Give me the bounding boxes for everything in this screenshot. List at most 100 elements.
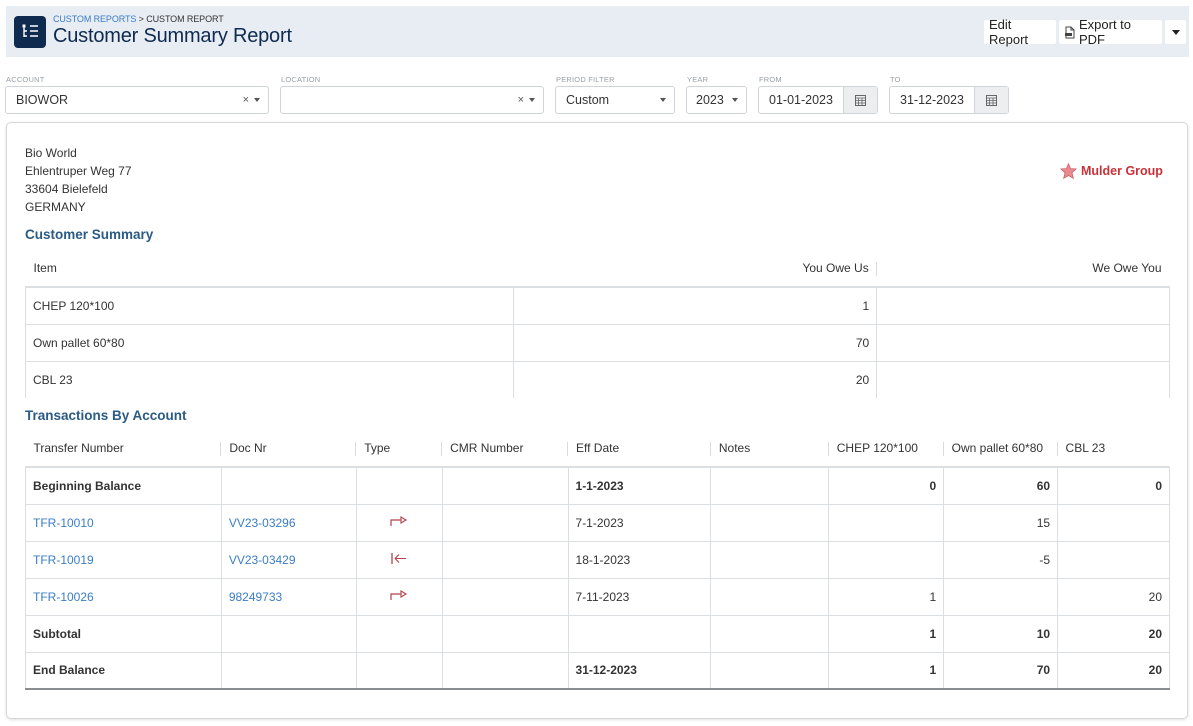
summary-item-cell: Own pallet 60*80	[25, 323, 514, 362]
chep-cell: 0	[828, 466, 945, 505]
type-cell	[355, 577, 443, 616]
customer-country: GERMANY	[25, 200, 86, 214]
eff-date-cell: 1-1-2023	[567, 466, 712, 505]
to-date-input[interactable]: 31-12-2023	[889, 86, 1009, 114]
location-select[interactable]: ×	[280, 86, 544, 114]
page-header: CUSTOM REPORTS > CUSTOM REPORT Customer …	[6, 6, 1189, 57]
export-pdf-button[interactable]: Export to PDF	[1059, 17, 1162, 47]
column-header-own-pallet: Own pallet 60*80	[944, 430, 1058, 467]
notes-cell	[710, 577, 830, 616]
own-pallet-cell: 60	[943, 466, 1059, 505]
from-date-value: 01-01-2023	[769, 93, 833, 107]
calendar-icon[interactable]	[974, 87, 1008, 113]
transfer-number-cell: TFR-10019	[25, 540, 222, 579]
edit-report-label: Edit Report	[989, 17, 1029, 47]
transfer-number-cell: Beginning Balance	[25, 466, 222, 505]
column-header-item: Item	[33, 261, 57, 275]
from-label: FROM	[759, 75, 782, 84]
eff-date-cell	[567, 614, 712, 653]
breadcrumb-current: CUSTOM REPORT	[146, 14, 224, 24]
year-value: 2023	[696, 93, 724, 107]
cbl-cell	[1057, 503, 1170, 542]
we-owe-you-cell	[876, 286, 1170, 325]
account-label: ACCOUNT	[6, 75, 45, 84]
we-owe-you-cell	[876, 323, 1170, 362]
transactions-table: Transfer Number Doc Nr Type CMR Number E…	[25, 430, 1170, 690]
customer-summary-title: Customer Summary	[25, 227, 154, 242]
summary-row: CHEP 120*100 1	[25, 286, 1170, 325]
chep-cell: 1	[828, 614, 945, 653]
transfer-number-link[interactable]: TFR-10026	[33, 590, 94, 604]
chep-cell: 1	[828, 577, 945, 616]
doc-nr-link[interactable]: VV23-03296	[229, 516, 296, 530]
type-cell	[355, 540, 443, 579]
you-owe-us-cell: 70	[512, 323, 878, 362]
transfer-number-link[interactable]: TFR-10010	[33, 516, 94, 530]
type-cell	[355, 614, 443, 653]
eff-date-cell: 31-12-2023	[567, 651, 712, 690]
breadcrumb: CUSTOM REPORTS > CUSTOM REPORT	[53, 14, 224, 24]
customer-street: Ehlentruper Weg 77	[25, 164, 132, 178]
period-filter-label: PERIOD FILTER	[556, 75, 615, 84]
chevron-down-icon[interactable]	[254, 98, 260, 102]
we-owe-you-cell	[876, 360, 1170, 398]
year-label: YEAR	[687, 75, 709, 84]
customer-name: Bio World	[25, 146, 77, 160]
export-pdf-label: Export to PDF	[1079, 17, 1132, 47]
doc-nr-link[interactable]: 98249733	[229, 590, 282, 604]
column-header-transfer-number: Transfer Number	[26, 430, 222, 467]
to-date-value: 31-12-2023	[900, 93, 964, 107]
cmr-number-cell	[441, 651, 569, 690]
doc-nr-cell: 98249733	[220, 577, 357, 616]
doc-nr-cell: VV23-03429	[220, 540, 357, 579]
breadcrumb-separator: >	[136, 14, 147, 24]
cmr-number-cell	[441, 577, 569, 616]
clear-account-icon[interactable]: ×	[243, 94, 249, 106]
transfer-number-link[interactable]: TFR-10019	[33, 553, 94, 567]
from-date-input[interactable]: 01-01-2023	[758, 86, 878, 114]
caret-down-icon	[1171, 29, 1180, 35]
edit-report-button[interactable]: Edit Report	[984, 17, 1056, 47]
column-header-chep: CHEP 120*100	[829, 430, 944, 467]
incoming-transfer-icon	[390, 552, 408, 568]
column-header-type: Type	[356, 430, 443, 467]
cmr-number-cell	[441, 540, 569, 579]
year-select[interactable]: 2023	[686, 86, 747, 114]
period-filter-value: Custom	[566, 93, 610, 107]
cmr-number-cell	[441, 614, 569, 653]
summary-item-cell: CHEP 120*100	[25, 286, 514, 325]
eff-date-cell: 18-1-2023	[567, 540, 712, 579]
column-header-we-owe-you: We Owe You	[1092, 261, 1162, 275]
cbl-cell: 0	[1057, 466, 1170, 505]
outgoing-transfer-icon	[390, 589, 408, 604]
notes-cell	[710, 651, 830, 690]
column-header-you-owe-us: You Owe Us	[513, 250, 877, 287]
you-owe-us-cell: 1	[512, 286, 878, 325]
location-label: LOCATION	[281, 75, 321, 84]
type-cell	[355, 466, 443, 505]
customer-address: Bio World Ehlentruper Weg 77 33604 Biele…	[25, 144, 132, 216]
transfer-number-cell: Subtotal	[25, 614, 222, 653]
doc-nr-link[interactable]: VV23-03429	[229, 553, 296, 567]
calendar-icon[interactable]	[843, 87, 877, 113]
doc-nr-cell: VV23-03296	[220, 503, 357, 542]
chevron-down-icon[interactable]	[529, 98, 535, 102]
chevron-down-icon[interactable]	[732, 98, 738, 102]
transaction-row: TFR-10010 VV23-03296 7-1-2023 15	[25, 503, 1170, 542]
export-options-dropdown[interactable]	[1165, 20, 1186, 44]
star-icon	[1060, 163, 1077, 179]
column-header-notes: Notes	[711, 430, 829, 467]
tree-list-icon	[14, 16, 46, 48]
cmr-number-cell	[441, 466, 569, 505]
transaction-row: Beginning Balance 1-1-2023 0 60 0	[25, 466, 1170, 505]
own-pallet-cell: 15	[943, 503, 1059, 542]
summary-row: Own pallet 60*80 70	[25, 323, 1170, 362]
account-select[interactable]: BIOWOR ×	[5, 86, 269, 114]
clear-location-icon[interactable]: ×	[518, 94, 524, 106]
breadcrumb-custom-reports[interactable]: CUSTOM REPORTS	[53, 14, 136, 24]
own-pallet-cell	[943, 577, 1059, 616]
chevron-down-icon[interactable]	[660, 98, 666, 102]
period-filter-select[interactable]: Custom	[555, 86, 675, 114]
type-cell	[355, 651, 443, 690]
to-label: TO	[890, 75, 901, 84]
